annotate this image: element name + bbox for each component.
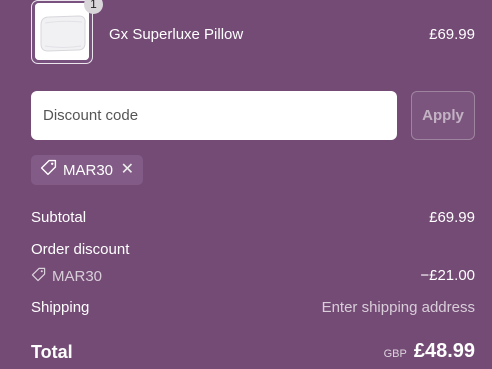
total-label: Total [31, 342, 73, 362]
total-amount-group: GBP £48.99 [384, 340, 475, 363]
discount-chip-label: MAR30 [63, 161, 114, 179]
discount-value: −£21.00 [420, 267, 475, 284]
apply-button[interactable]: Apply [411, 91, 475, 140]
total-amount: £48.99 [413, 340, 475, 362]
pillow-image [35, 3, 89, 60]
discount-code-text: MAR30 [52, 268, 103, 285]
currency-code: GBP [383, 348, 407, 360]
tag-icon [40, 159, 57, 181]
subtotal-value: £69.99 [429, 209, 475, 226]
applied-discount-chip: MAR30 ✕ [31, 155, 143, 185]
subtotal-label: Subtotal [31, 209, 87, 226]
remove-discount-icon[interactable]: ✕ [121, 162, 134, 178]
product-price: £69.99 [429, 26, 475, 43]
product-name: Gx Superluxe Pillow [109, 26, 244, 43]
discount-code-row: MAR30 [31, 267, 102, 286]
product-thumbnail [31, 0, 93, 64]
shipping-value: Enter shipping address [321, 299, 475, 316]
shipping-label: Shipping [31, 299, 90, 316]
discount-code-input[interactable] [31, 91, 397, 140]
quantity-badge: 1 [84, 0, 103, 14]
order-discount-label: Order discount [31, 241, 130, 258]
tag-icon [31, 267, 46, 286]
